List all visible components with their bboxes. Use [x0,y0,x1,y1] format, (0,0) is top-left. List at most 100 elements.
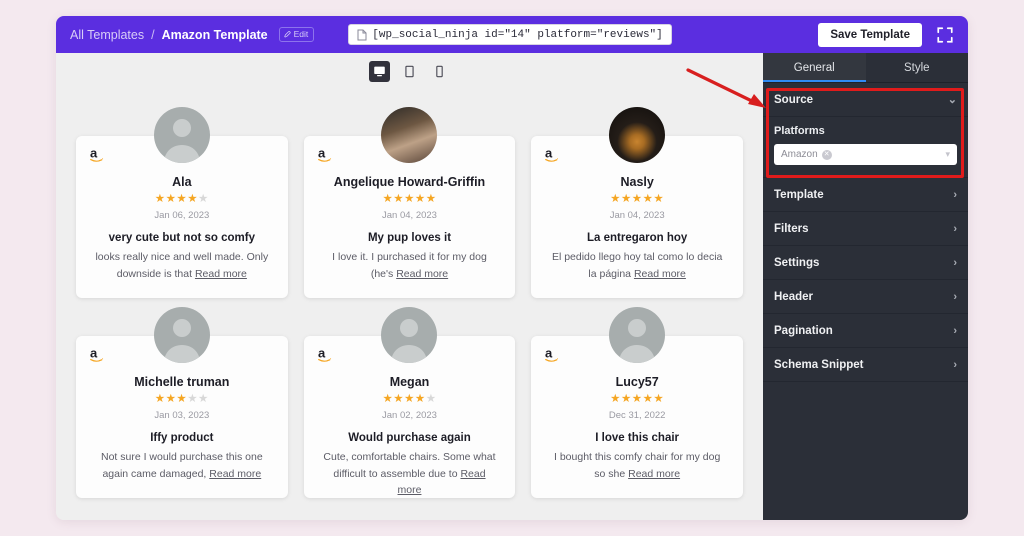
edit-template-button[interactable]: Edit [278,27,315,42]
review-date: Jan 04, 2023 [609,210,665,222]
star-icon: ★ [393,192,405,205]
chevron-right-icon: › [953,324,957,337]
amazon-logo: a [90,146,104,162]
sidebar-section-label: Header [774,290,813,303]
review-title: I love this chair [595,432,680,445]
preview-canvas: a Ala ★★★★★ Jan 06, 2023 very cute but not s… [56,53,763,520]
breadcrumb-all-templates[interactable]: All Templates [70,28,144,42]
svg-text:a: a [318,146,326,161]
sidebar-section-pagination[interactable]: Pagination › [763,314,968,348]
read-more-link[interactable]: Read more [396,268,448,280]
star-icon: ★ [176,192,188,205]
device-tablet-button[interactable] [399,61,420,82]
review-date: Jan 06, 2023 [154,210,210,222]
read-more-link[interactable]: Read more [628,468,680,480]
star-icon: ★ [610,392,621,405]
save-template-button[interactable]: Save Template [818,22,922,47]
device-preview-toolbar [56,53,763,90]
review-date: Jan 03, 2023 [154,410,210,422]
topbar-actions: Save Template [818,22,954,47]
tab-general[interactable]: General [763,53,866,82]
star-icon: ★ [404,192,415,205]
device-desktop-button[interactable] [369,61,390,82]
star-icon: ★ [154,192,166,205]
remove-chip-icon[interactable]: ✕ [821,149,832,160]
platforms-label: Platforms [774,125,825,137]
star-icon: ★ [165,392,177,405]
pencil-icon [283,30,291,38]
sidebar-section-source[interactable]: Source ⌄ [763,83,968,117]
review-date: Jan 02, 2023 [382,410,437,422]
sidebar-section-header[interactable]: Header › [763,280,968,314]
svg-text:a: a [545,346,553,361]
review-body: Cute, comfortable chairs. Some what diff… [320,449,500,498]
rating-stars: ★★★★★ [92,392,272,406]
star-icon: ★ [382,392,394,405]
sidebar-tabs: General Style [763,53,968,83]
amazon-logo: a [318,146,331,162]
review-card: a Lucy57 ★★★★★ Dec 31, 2022 I love this chai… [531,307,743,498]
sidebar-section-label: Schema Snippet [774,358,864,371]
star-icon: ★ [404,392,415,405]
star-icon: ★ [187,392,199,405]
review-card: a Michelle truman ★★★★★ Jan 03, 2023 Iffy pr… [76,307,288,498]
sidebar-section-settings[interactable]: Settings › [763,246,968,280]
star-icon: ★ [610,192,621,205]
star-icon: ★ [382,192,394,205]
mobile-icon [436,65,443,78]
breadcrumb-current-template: Amazon Template [161,27,268,42]
platform-logo: a [318,346,338,368]
avatar [153,307,210,363]
chevron-right-icon: › [953,256,957,269]
read-more-link[interactable]: Read more [634,268,686,280]
source-section-body: Platforms Amazon ✕ ▾ [763,117,968,178]
svg-text:a: a [318,346,326,361]
avatar [609,107,666,163]
tab-style[interactable]: Style [865,53,968,82]
chevron-right-icon: › [953,358,957,371]
star-icon: ★ [165,192,177,205]
reviewer-name: Nasly [620,175,654,189]
review-card: a Megan ★★★★★ Jan 02, 2023 Would purchase ag… [303,307,516,498]
platform-logo: a [318,146,338,168]
app-body: a Ala ★★★★★ Jan 06, 2023 very cute but not s… [56,53,968,520]
review-body: looks really nice and well made. Only do… [92,249,272,282]
review-body: El pedido llego hoy tal como lo decia la… [547,249,727,282]
review-title: Iffy product [150,432,214,445]
review-body: I bought this comfy chair for my dog so … [547,449,727,482]
review-date: Jan 04, 2023 [382,210,437,222]
review-body: I love it. I purchased it for my dog (he… [320,249,500,282]
select-chevron-down-icon: ▾ [945,149,950,159]
star-icon: ★ [631,192,643,205]
star-icon: ★ [425,392,437,405]
amazon-logo: a [545,146,559,162]
chevron-down-icon: ⌄ [947,94,957,106]
shortcode-field[interactable]: [wp_social_ninja id="14" platform="revie… [348,24,672,45]
reviewer-name: Ala [172,175,192,189]
device-mobile-button[interactable] [429,61,450,82]
rating-stars: ★★★★★ [547,192,727,206]
rating-stars: ★★★★★ [92,192,272,206]
chevron-right-icon: › [953,290,957,303]
platform-chip-amazon[interactable]: Amazon ✕ [781,149,832,160]
platform-chip-label: Amazon [781,149,818,160]
review-card: a Ala ★★★★★ Jan 06, 2023 very cute but not s… [76,107,288,298]
sidebar-section-schema-snippet[interactable]: Schema Snippet › [763,348,968,382]
star-icon: ★ [653,192,665,205]
desktop-icon [374,66,385,77]
breadcrumb-separator: / [151,27,155,42]
avatar [153,107,210,163]
read-more-link[interactable]: Read more [195,268,247,280]
rating-stars: ★★★★★ [320,192,500,206]
page-root: All Templates / Amazon Template Edit [wp… [0,0,1024,536]
document-icon [357,29,367,40]
avatar-placeholder-icon [163,119,200,163]
sidebar-section-filters[interactable]: Filters › [763,212,968,246]
read-more-link[interactable]: Read more [209,468,261,480]
fullscreen-icon[interactable] [936,26,954,44]
top-bar: All Templates / Amazon Template Edit [wp… [56,16,968,53]
sidebar-section-template[interactable]: Template › [763,178,968,212]
star-icon: ★ [414,192,426,205]
platforms-select[interactable]: Amazon ✕ ▾ [774,144,957,165]
sidebar-section-source-label: Source [774,93,813,106]
